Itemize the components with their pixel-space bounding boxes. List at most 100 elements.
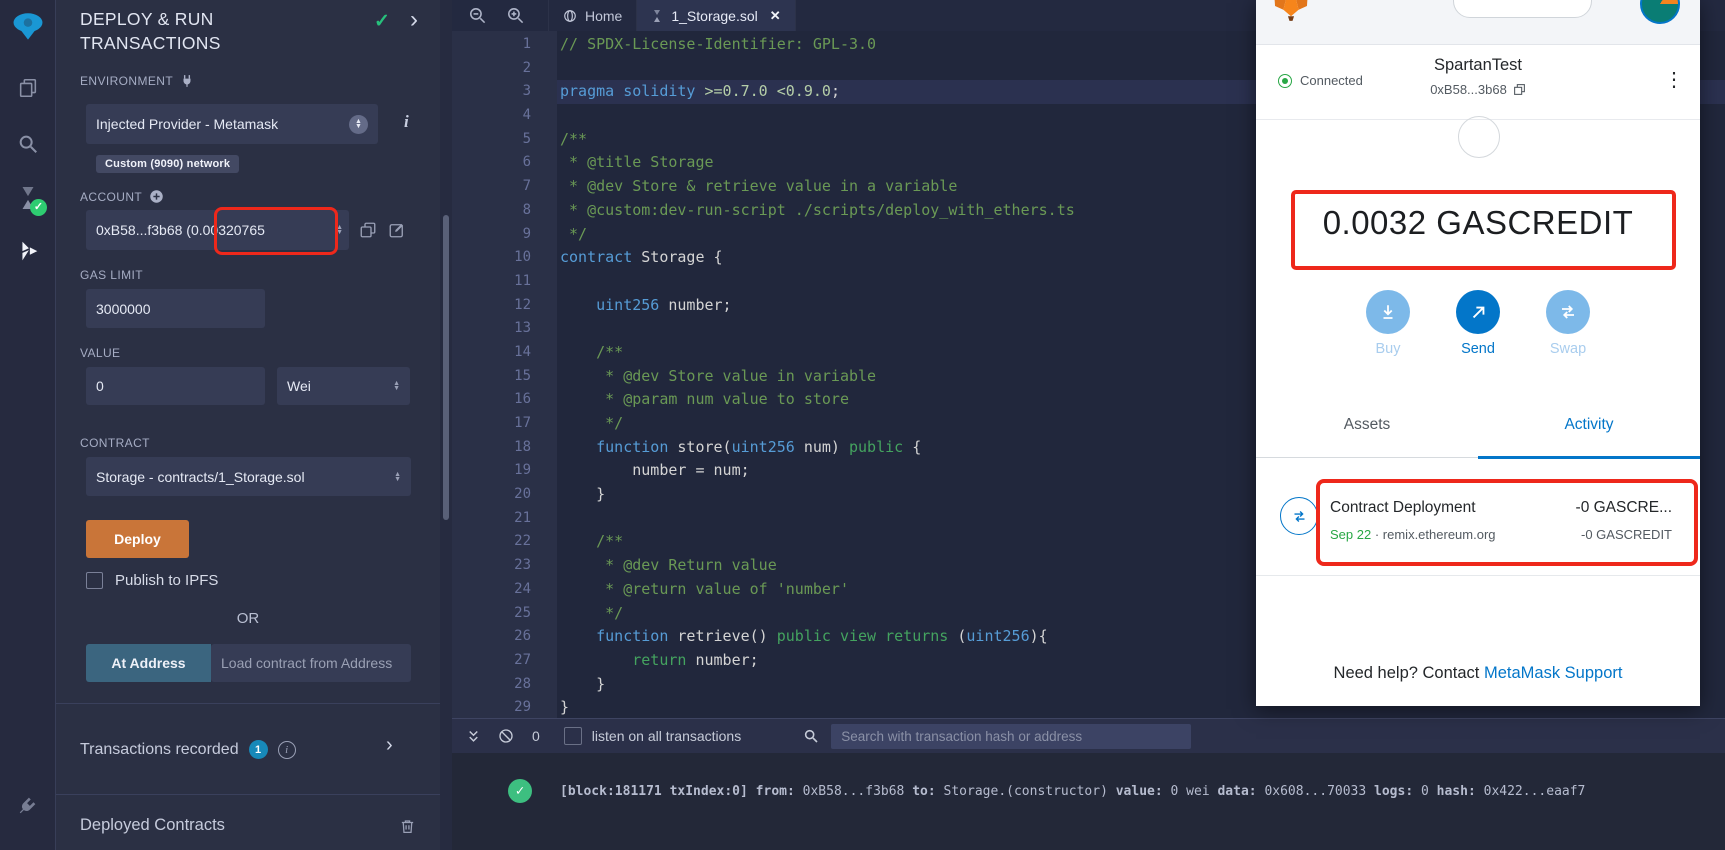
activity-subtitle: Sep 22 · remix.ethereum.org: [1330, 527, 1496, 542]
line-number: 12: [452, 294, 557, 318]
send-label: Send: [1438, 341, 1518, 357]
environment-label: ENVIRONMENT: [80, 74, 194, 88]
line-number: 23: [452, 554, 557, 578]
activity-amount-primary: -0 GASCRE...: [1576, 499, 1672, 517]
listen-all-checkbox[interactable]: [564, 727, 582, 745]
activity-item-contract-deployment[interactable]: Contract Deployment -0 GASCRE... Sep 22 …: [1256, 480, 1700, 558]
terminal-log-row[interactable]: ✓ [block:181171 txIndex:0] from: 0xB58..…: [452, 779, 1725, 803]
line-number: 2: [452, 57, 557, 81]
environment-select[interactable]: Injected Provider - Metamask ▲▼: [86, 104, 378, 144]
line-number: 9: [452, 223, 557, 247]
line-number: 8: [452, 199, 557, 223]
metamask-header: [1256, 0, 1700, 45]
trash-icon[interactable]: [399, 817, 416, 835]
tab-activity[interactable]: Activity: [1478, 408, 1700, 457]
terminal: 0 listen on all transactions ✓ [block:18…: [452, 718, 1725, 850]
add-account-icon[interactable]: [149, 189, 164, 204]
value-unit-select[interactable]: Wei ▲▼: [277, 367, 410, 405]
account-address-row[interactable]: 0xB58...3b68: [1256, 82, 1700, 97]
line-number: 25: [452, 602, 557, 626]
transactions-recorded-label: Transactions recorded: [80, 741, 239, 759]
account-select[interactable]: 0xB58...f3b68 (0.00320765 ▲▼: [86, 210, 349, 250]
activity-amount-secondary: -0 GASCREDIT: [1581, 527, 1672, 542]
line-number: 10: [452, 246, 557, 270]
contract-select[interactable]: Storage - contracts/1_Storage.sol ▲▼: [86, 457, 411, 496]
line-number: 20: [452, 483, 557, 507]
line-number: 29: [452, 696, 557, 718]
search-icon[interactable]: [0, 122, 55, 166]
transactions-info-icon[interactable]: i: [278, 741, 296, 759]
deploy-button[interactable]: Deploy: [86, 520, 189, 558]
settings-gear-icon[interactable]: [0, 836, 55, 850]
transactions-recorded-section: Transactions recorded 1 i ›: [56, 703, 440, 795]
solidity-compiler-icon[interactable]: ✓: [0, 176, 55, 220]
edit-account-icon[interactable]: [388, 221, 406, 239]
send-action[interactable]: Send: [1438, 290, 1518, 357]
environment-info-icon[interactable]: i: [404, 112, 409, 132]
account-label: ACCOUNT: [80, 189, 164, 204]
copy-account-icon[interactable]: [359, 221, 377, 239]
tab-storage-label: 1_Storage.sol: [671, 8, 757, 24]
line-number: 14: [452, 341, 557, 365]
metamask-tabs: Assets Activity: [1256, 408, 1700, 458]
transactions-expand-chevron-icon[interactable]: ›: [386, 734, 393, 757]
deploy-run-icon[interactable]: [0, 230, 55, 274]
metamask-support-link[interactable]: MetaMask Support: [1484, 664, 1622, 682]
clear-console-icon[interactable]: [498, 728, 514, 744]
remix-logo-icon[interactable]: [0, 4, 55, 48]
tab-storage-sol[interactable]: 1_Storage.sol ✕: [637, 0, 795, 31]
select-arrows-icon: ▲▼: [394, 472, 401, 482]
publish-ipfs-checkbox[interactable]: [86, 572, 103, 589]
swap-icon[interactable]: [1546, 290, 1590, 334]
metamask-fox-icon[interactable]: [1272, 0, 1310, 24]
panel-expand-chevron-icon[interactable]: ›: [410, 6, 418, 34]
line-number: 17: [452, 412, 557, 436]
zoom-out-icon[interactable]: [458, 6, 496, 25]
line-number: 16: [452, 388, 557, 412]
line-number: 18: [452, 436, 557, 460]
terminal-log-text: [block:181171 txIndex:0] from: 0xB58...f…: [560, 784, 1585, 799]
file-explorer-icon[interactable]: [0, 66, 55, 110]
account-name[interactable]: SpartanTest: [1256, 56, 1700, 75]
buy-action[interactable]: Buy: [1348, 290, 1428, 357]
line-number: 26: [452, 625, 557, 649]
send-icon[interactable]: [1456, 290, 1500, 334]
copy-address-icon[interactable]: [1513, 83, 1526, 96]
gas-limit-input[interactable]: [86, 289, 265, 328]
zoom-in-icon[interactable]: [496, 6, 534, 25]
at-address-button[interactable]: At Address: [86, 644, 211, 682]
remix-ide-screen: ✓ DEPLOY & RUN TRANSACTIONS ✓ › ENVIRONM…: [0, 0, 1725, 850]
swap-action[interactable]: Swap: [1528, 290, 1608, 357]
tab-home[interactable]: Home: [548, 0, 637, 31]
footer-text: Need help? Contact: [1334, 664, 1480, 682]
value-input[interactable]: [86, 367, 265, 405]
panel-scrollbar-thumb[interactable]: [443, 215, 449, 520]
listen-all-label: listen on all transactions: [592, 728, 741, 744]
token-logo-placeholder: [1458, 116, 1500, 158]
line-number: 4: [452, 104, 557, 128]
line-number: 5: [452, 128, 557, 152]
at-address-input[interactable]: [211, 644, 411, 682]
account-avatar[interactable]: [1640, 0, 1680, 24]
or-text: OR: [86, 610, 410, 627]
terminal-toolbar: 0 listen on all transactions: [452, 719, 1725, 753]
tab-assets[interactable]: Assets: [1256, 408, 1478, 457]
buy-icon[interactable]: [1366, 290, 1410, 334]
collapse-terminal-icon[interactable]: [466, 729, 481, 744]
terminal-search-input[interactable]: [831, 724, 1191, 749]
options-kebab-icon[interactable]: ⋮: [1664, 68, 1684, 92]
plugin-manager-icon[interactable]: [0, 783, 55, 827]
line-number: 27: [452, 649, 557, 673]
close-tab-icon[interactable]: ✕: [770, 8, 781, 24]
solidity-file-icon: [651, 9, 663, 23]
publish-ipfs-label: Publish to IPFS: [115, 572, 218, 589]
deploy-run-panel: DEPLOY & RUN TRANSACTIONS ✓ › ENVIRONMEN…: [56, 0, 440, 850]
select-arrows-icon: ▲▼: [393, 381, 400, 391]
line-number: 3: [452, 80, 557, 104]
line-number: 24: [452, 578, 557, 602]
terminal-search-icon: [803, 728, 819, 744]
deployed-contracts-row: Deployed Contracts: [80, 816, 416, 835]
publish-ipfs-row: Publish to IPFS: [86, 572, 218, 589]
network-selector-pill[interactable]: [1453, 0, 1592, 18]
panel-scrollbar[interactable]: [440, 0, 452, 850]
